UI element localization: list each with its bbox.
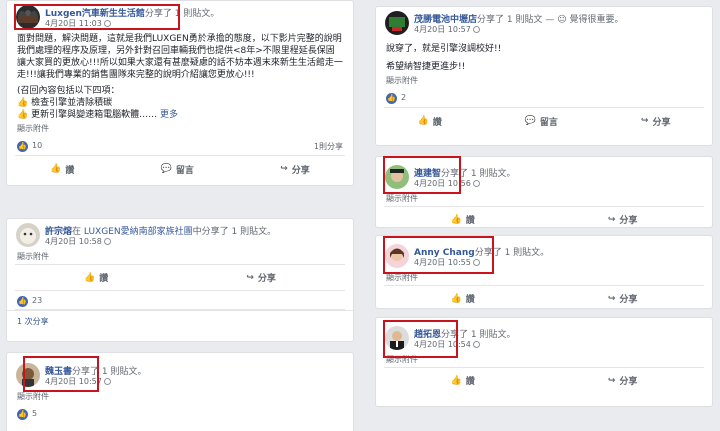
- action-bar: 👍 讚 💬 留言 ↪ 分享: [7, 156, 353, 182]
- like-badge-icon: 👍: [17, 296, 28, 307]
- comment-icon: 💬: [524, 116, 536, 126]
- like-button[interactable]: 👍 讚: [84, 271, 108, 285]
- share-icon: ↪: [280, 164, 288, 174]
- post-header: 茂勝電池中壢店分享了 1 則貼文 — 😐 覺得很重要。 4月20日 10:57: [376, 7, 712, 37]
- thumbs-up-icon: 👍: [50, 164, 62, 174]
- see-more-link[interactable]: 更多: [160, 110, 178, 120]
- body-line: 希望納智捷更進步!!: [386, 62, 466, 72]
- like-count[interactable]: 10: [32, 141, 42, 150]
- share-icon: ↪: [640, 116, 649, 126]
- highlight-box: [23, 356, 99, 392]
- action-bar: 👍 讚 ↪ 分享: [15, 264, 345, 290]
- share-button[interactable]: ↪ 分享: [607, 213, 638, 227]
- like-button[interactable]: 👍 讚: [450, 213, 475, 227]
- post-body: 面對問題，解決問題，這就是我們LUXGEN勇於承擔的態度，以下影片完整的說明我們…: [7, 31, 353, 121]
- globe-icon: [103, 238, 111, 245]
- show-attachment-link[interactable]: 顯示附件: [7, 121, 353, 136]
- like-count[interactable]: 5: [32, 409, 37, 418]
- shared-text: 中分享了 1 則貼文。: [192, 227, 277, 237]
- timestamp[interactable]: 4月20日 10:57: [414, 25, 471, 34]
- share-button[interactable]: ↪ 分享: [607, 374, 638, 388]
- like-button[interactable]: 👍 讚: [417, 115, 441, 128]
- like-badge-icon: 👍: [386, 93, 397, 104]
- post-body: 說穿了，就是引擎沒調校好!! 希望納智捷更進步!!: [376, 41, 712, 73]
- share-icon: ↪: [607, 375, 616, 386]
- like-button[interactable]: 👍 讚: [450, 374, 475, 388]
- thumbs-up-icon: 👍: [450, 375, 462, 386]
- like-button[interactable]: 👍 讚: [50, 163, 74, 176]
- like-count[interactable]: 2: [401, 93, 406, 102]
- feeling-text: 覺得很重要。: [569, 15, 624, 25]
- like-count[interactable]: 23: [32, 296, 42, 305]
- share-icon: ↪: [246, 272, 254, 283]
- reactions-bar: 👍 10 1則分享: [15, 136, 345, 156]
- post-header: 許宗熔在 LUXGEN愛納南部家族社團中分享了 1 則貼文。 4月20日 10:…: [7, 219, 353, 249]
- body-line: (召回內容包括以下四項：: [17, 86, 120, 96]
- reactions-bar: 👍 5: [15, 404, 345, 424]
- action-bar: 👍 讚 ↪ 分享: [384, 367, 704, 393]
- timestamp-line: 4月20日 10:58: [45, 236, 111, 247]
- highlight-box: [383, 236, 494, 274]
- share-button[interactable]: ↪ 分享: [607, 292, 638, 306]
- timestamp[interactable]: 4月20日 10:58: [45, 237, 102, 246]
- shared-text: 分享了 1 則貼文 —: [477, 15, 555, 25]
- show-attachment-link[interactable]: 顯示附件: [7, 249, 353, 264]
- globe-icon: [472, 341, 480, 348]
- body-line: 👍 更新引擎與變速箱電腦軟體…… 更多: [17, 110, 178, 120]
- globe-icon: [472, 26, 480, 33]
- feeling-emoji-icon: 😐: [557, 15, 567, 25]
- post-card-xu: 許宗熔在 LUXGEN愛納南部家族社團中分享了 1 則貼文。 4月20日 10:…: [6, 218, 354, 342]
- share-button[interactable]: ↪ 分享: [280, 163, 310, 176]
- globe-icon: [472, 180, 480, 187]
- reactions-bar: 👍 23: [15, 290, 345, 310]
- action-bar: 👍 讚 💬 留言 ↪ 分享: [376, 108, 712, 134]
- avatar[interactable]: [16, 223, 40, 247]
- reactions-bar: 👍 2: [384, 88, 704, 108]
- comment-icon: 💬: [160, 164, 172, 174]
- thumbs-up-icon: 👍: [450, 293, 462, 304]
- comment-button[interactable]: 💬 留言: [161, 163, 194, 176]
- body-paragraph: 面對問題，解決問題，這就是我們LUXGEN勇於承擔的態度，以下影片完整的說明我們…: [17, 34, 343, 80]
- timestamp-line: 4月20日 10:57: [414, 24, 480, 35]
- share-button[interactable]: ↪ 分享: [641, 115, 671, 128]
- thumbs-up-icon: 👍: [450, 214, 462, 225]
- share-count[interactable]: 1則分享: [314, 141, 343, 152]
- body-line: 說穿了，就是引擎沒調校好!!: [386, 44, 502, 54]
- share-icon: ↪: [607, 293, 616, 304]
- comment-button[interactable]: 💬 留言: [525, 115, 558, 128]
- body-line: 👍 檢查引擎並清除積碳: [17, 98, 113, 108]
- post-card-maosheng: 茂勝電池中壢店分享了 1 則貼文 — 😐 覺得很重要。 4月20日 10:57 …: [375, 6, 713, 146]
- like-button[interactable]: 👍 讚: [450, 292, 475, 306]
- thumbs-up-icon: 👍: [84, 272, 96, 283]
- avatar[interactable]: [385, 11, 409, 35]
- share-button[interactable]: ↪ 分享: [246, 271, 276, 285]
- thumbs-up-icon: 👍: [417, 116, 429, 126]
- action-bar: 👍 讚 ↪ 分享: [384, 285, 704, 308]
- highlight-box: [14, 4, 180, 30]
- globe-icon: [103, 378, 111, 385]
- action-bar: 👍 讚 ↪ 分享: [384, 206, 704, 227]
- like-badge-icon: 👍: [17, 409, 28, 420]
- like-badge-icon: 👍: [17, 141, 28, 152]
- share-icon: ↪: [607, 214, 616, 225]
- highlight-box: [383, 320, 458, 358]
- shares-link[interactable]: 1 次分享: [7, 310, 353, 332]
- show-attachment-link[interactable]: 顯示附件: [376, 73, 712, 88]
- highlight-box: [383, 156, 461, 194]
